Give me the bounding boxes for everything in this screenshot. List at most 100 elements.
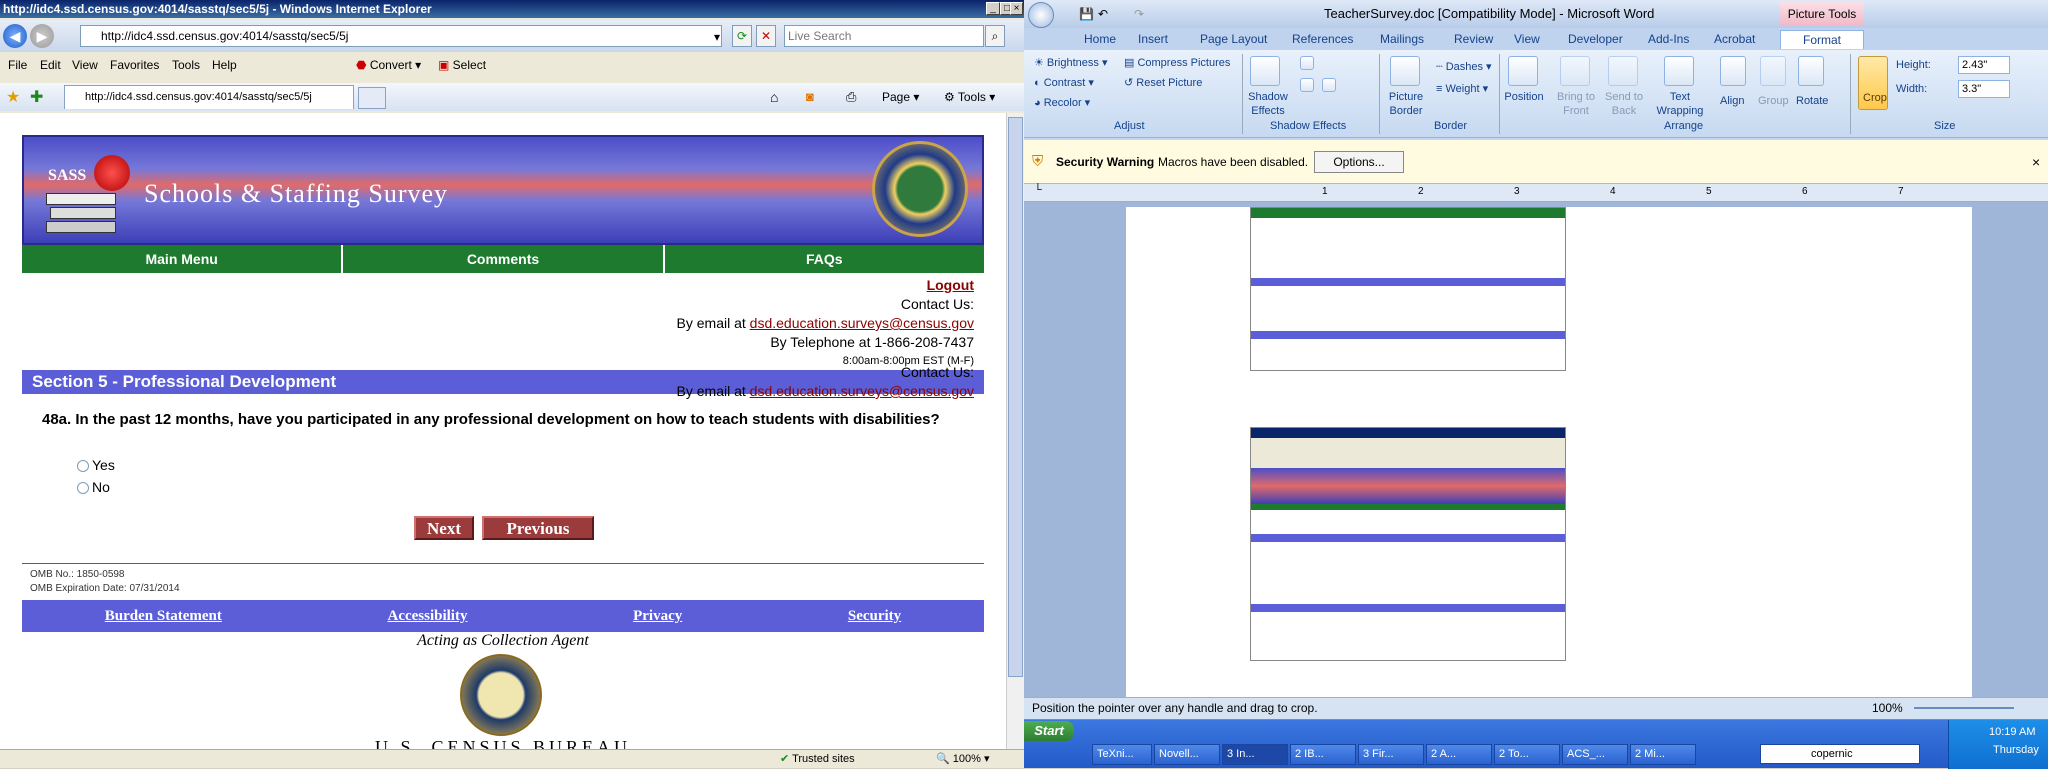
privacy-link[interactable]: Privacy xyxy=(633,608,682,625)
new-tab-button[interactable] xyxy=(358,87,386,109)
group-button[interactable]: Group xyxy=(1758,94,1789,108)
address-dropdown-icon[interactable]: ▾ xyxy=(710,27,724,45)
picture-border-button[interactable]: Picture Border xyxy=(1384,90,1428,118)
align-button[interactable]: Align xyxy=(1720,94,1744,108)
bring-to-front-icon[interactable] xyxy=(1560,56,1590,86)
tab-insert[interactable]: Insert xyxy=(1138,30,1168,48)
send-to-back-button[interactable]: Send to Back xyxy=(1602,90,1646,118)
logout-link[interactable]: Logout xyxy=(927,275,974,295)
tab-mailings[interactable]: Mailings xyxy=(1380,30,1424,48)
options-button[interactable]: Options... xyxy=(1314,151,1404,173)
recolor-button[interactable]: ◕ Recolor ▾ xyxy=(1034,96,1090,110)
tab-view[interactable]: View xyxy=(1514,30,1540,48)
tab-selector-icon[interactable]: └ xyxy=(1034,184,1042,196)
rotate-button[interactable]: Rotate xyxy=(1796,94,1828,108)
taskbar-item-word[interactable]: 2 Mi... xyxy=(1630,744,1696,765)
screenshot-image-2[interactable] xyxy=(1250,427,1566,661)
reset-picture-button[interactable]: ↺ Reset Picture xyxy=(1124,76,1202,90)
taskbar-item-acs[interactable]: ACS_... xyxy=(1562,744,1628,765)
refresh-button[interactable]: ⟳ xyxy=(732,25,752,47)
shadow-effects-button[interactable]: Shadow Effects xyxy=(1246,90,1290,118)
select-button[interactable]: ▣ Select xyxy=(438,57,486,73)
home-icon[interactable]: ⌂ xyxy=(770,89,778,105)
accessibility-link[interactable]: Accessibility xyxy=(387,608,467,625)
radio-yes[interactable] xyxy=(77,460,89,472)
tab-references[interactable]: References xyxy=(1292,30,1353,48)
align-icon[interactable] xyxy=(1720,56,1746,86)
menu-favorites[interactable]: Favorites xyxy=(110,57,159,73)
tab-acrobat[interactable]: Acrobat xyxy=(1714,30,1755,48)
save-icon[interactable]: 💾 xyxy=(1079,0,1094,28)
shadow-toggle-icon[interactable] xyxy=(1322,78,1336,92)
taskbar-item-ie[interactable]: 3 In... xyxy=(1222,744,1288,765)
screenshot-image-1[interactable] xyxy=(1250,207,1566,371)
page-scrollbar[interactable] xyxy=(1006,113,1024,749)
print-icon[interactable]: ⎙ xyxy=(846,89,856,105)
height-input[interactable]: 2.43" xyxy=(1958,56,2010,74)
taskbar-item-to[interactable]: 2 To... xyxy=(1494,744,1560,765)
email-link-overlap[interactable]: dsd.education.surveys@census.gov xyxy=(750,383,974,399)
burden-statement-link[interactable]: Burden Statement xyxy=(105,608,222,625)
brightness-button[interactable]: ☀ Brightness ▾ xyxy=(1034,56,1107,70)
menu-tools[interactable]: Tools xyxy=(172,57,200,73)
dashes-button[interactable]: ┄ Dashes ▾ xyxy=(1436,60,1492,74)
add-favorite-icon[interactable]: ✚ xyxy=(30,87,43,107)
stop-button[interactable]: ✕ xyxy=(756,25,776,47)
feeds-icon[interactable]: ◙ xyxy=(806,89,814,104)
rotate-icon[interactable] xyxy=(1798,56,1824,86)
tools-menu[interactable]: ⚙ Tools ▾ xyxy=(944,90,995,104)
nav-main-menu[interactable]: Main Menu xyxy=(22,245,344,273)
forward-button[interactable]: ▶ xyxy=(30,24,54,48)
position-icon[interactable] xyxy=(1508,56,1538,86)
nav-faqs[interactable]: FAQs xyxy=(665,245,984,273)
group-icon[interactable] xyxy=(1760,56,1786,86)
crop-button[interactable]: Crop xyxy=(1858,56,1888,110)
zoom-percent[interactable]: 100% xyxy=(1872,698,1903,718)
horizontal-ruler[interactable]: └ 1 2 3 4 5 6 7 xyxy=(1024,184,2048,202)
redo-icon[interactable]: ↷ xyxy=(1134,0,1144,28)
zoom-level[interactable]: 🔍 100% ▾ xyxy=(936,750,989,768)
email-link[interactable]: dsd.education.surveys@census.gov xyxy=(750,315,974,331)
bring-to-front-button[interactable]: Bring to Front xyxy=(1554,90,1598,118)
office-button[interactable] xyxy=(1028,2,1054,28)
tab-review[interactable]: Review xyxy=(1454,30,1493,48)
taskbar-item-novell[interactable]: Novell... xyxy=(1154,744,1220,765)
back-button[interactable]: ◀ xyxy=(3,24,27,48)
position-button[interactable]: Position xyxy=(1502,90,1546,104)
tab-format[interactable]: Format xyxy=(1780,30,1864,49)
taskbar-item-texnic[interactable]: TeXni... xyxy=(1092,744,1152,765)
address-bar[interactable]: http://idc4.ssd.census.gov:4014/sasstq/s… xyxy=(80,25,722,47)
compress-pictures-button[interactable]: ▤ Compress Pictures xyxy=(1124,56,1230,70)
weight-button[interactable]: ≡ Weight ▾ xyxy=(1436,82,1488,96)
search-icon[interactable]: ⌕ xyxy=(985,25,1005,47)
convert-button[interactable]: ⬣ Convert ▾ xyxy=(356,57,421,73)
menu-view[interactable]: View xyxy=(72,57,98,73)
shadow-nudge-left-icon[interactable] xyxy=(1300,78,1314,92)
clock-time[interactable]: 10:19 AM xyxy=(1989,726,2035,738)
tab-home[interactable]: Home xyxy=(1084,30,1116,48)
tab-page-layout[interactable]: Page Layout xyxy=(1200,30,1267,48)
text-wrapping-button[interactable]: Text Wrapping xyxy=(1654,90,1706,118)
text-wrapping-icon[interactable] xyxy=(1664,56,1694,86)
scroll-thumb[interactable] xyxy=(1008,117,1023,677)
contrast-button[interactable]: ◐ Contrast ▾ xyxy=(1034,76,1094,90)
send-to-back-icon[interactable] xyxy=(1608,56,1638,86)
minimize-button[interactable]: _ xyxy=(986,2,1000,15)
menu-edit[interactable]: Edit xyxy=(40,57,61,73)
tab-developer[interactable]: Developer xyxy=(1568,30,1623,48)
next-button[interactable]: Next xyxy=(414,516,474,540)
undo-icon[interactable]: ↶ xyxy=(1098,0,1108,28)
nav-comments[interactable]: Comments xyxy=(343,245,665,273)
taskbar-item-ib[interactable]: 2 IB... xyxy=(1290,744,1356,765)
favorites-star-icon[interactable]: ★ xyxy=(6,87,20,107)
taskbar-item-firefox[interactable]: 3 Fir... xyxy=(1358,744,1424,765)
shadow-effects-icon[interactable] xyxy=(1250,56,1280,86)
search-input[interactable]: Live Search xyxy=(784,25,984,47)
close-warning-icon[interactable]: × xyxy=(2032,140,2040,184)
page-menu[interactable]: Page ▾ xyxy=(882,90,919,104)
start-button[interactable]: Start xyxy=(1024,721,1074,741)
security-link[interactable]: Security xyxy=(848,608,901,625)
shadow-nudge-up-icon[interactable] xyxy=(1300,56,1314,70)
menu-help[interactable]: Help xyxy=(212,57,237,73)
radio-no[interactable] xyxy=(77,482,89,494)
